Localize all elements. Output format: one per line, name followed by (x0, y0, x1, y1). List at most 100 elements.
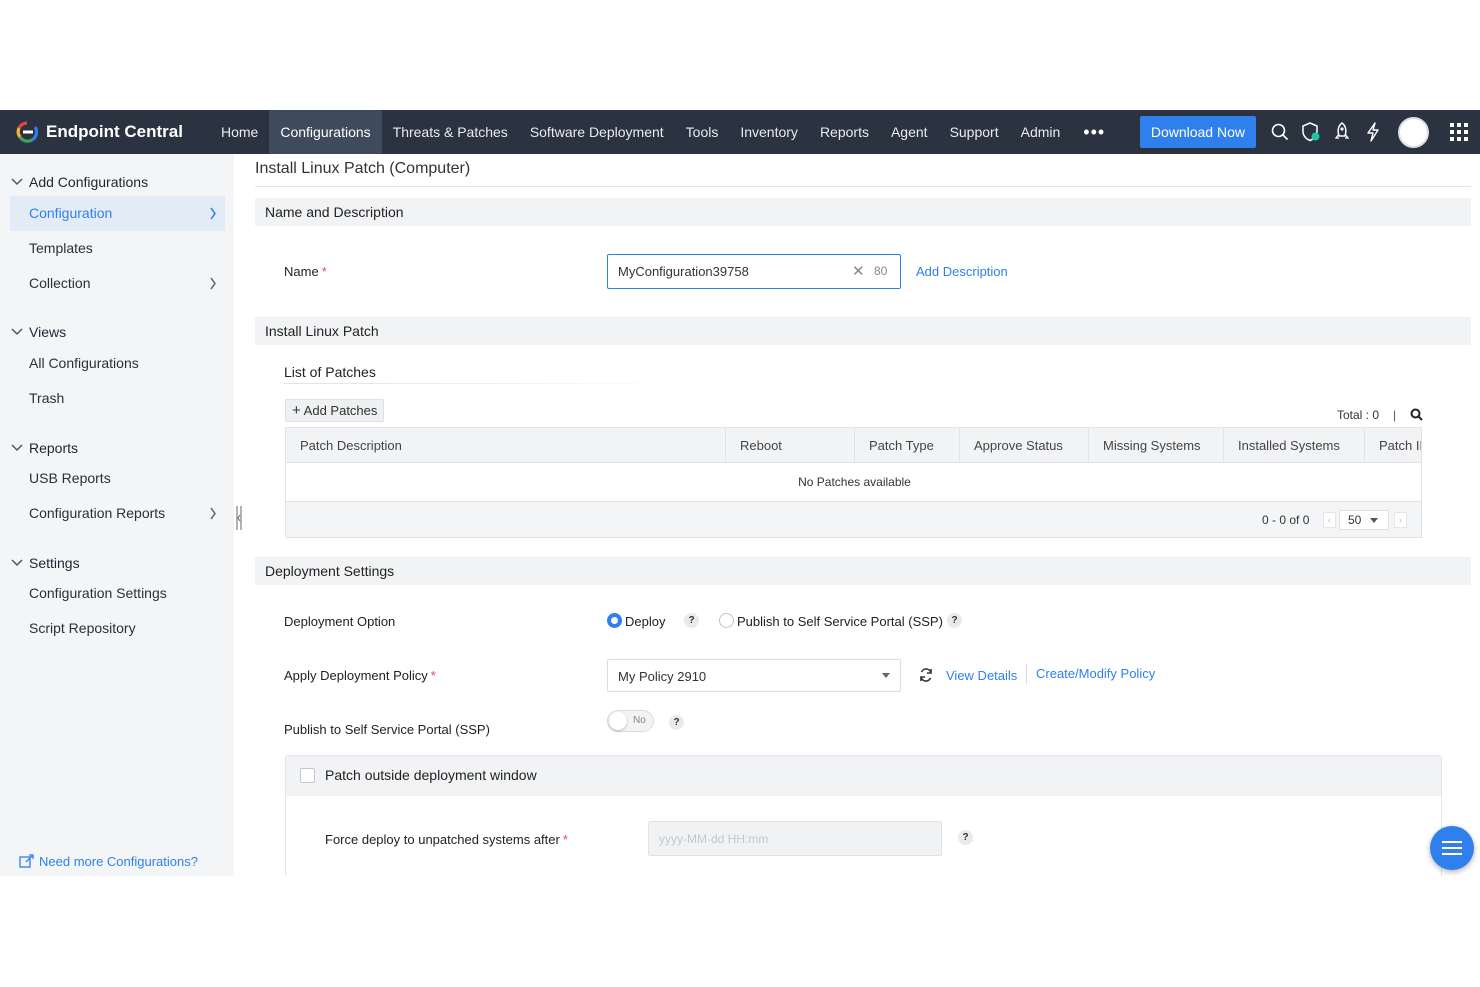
sidebar-item-trash[interactable]: Trash (10, 381, 225, 416)
section-install-linux-patch: Install Linux Patch (255, 317, 1471, 345)
user-avatar[interactable] (1398, 116, 1429, 148)
sidebar-item-label: Configuration (29, 205, 113, 221)
sidebar-item-script-repository[interactable]: Script Repository (10, 611, 225, 646)
nav-reports[interactable]: Reports (809, 110, 880, 154)
sidebar-section-settings[interactable]: Settings (10, 555, 80, 571)
apps-grid-icon[interactable] (1443, 110, 1474, 154)
nav-tools[interactable]: Tools (675, 110, 730, 154)
plus-icon: + (292, 402, 301, 419)
nav-software-deployment[interactable]: Software Deployment (519, 110, 675, 154)
pager-range: 0 - 0 of 0 (1262, 513, 1310, 527)
table-search-icon[interactable] (1410, 408, 1423, 421)
list-of-patches-title: List of Patches (284, 364, 376, 380)
char-count: 80 (874, 264, 888, 278)
column-missing-systems[interactable]: Missing Systems (1089, 428, 1224, 463)
sidebar-item-label: Configuration Reports (29, 505, 166, 521)
add-patches-button[interactable]: + Add Patches (285, 399, 384, 422)
column-reboot[interactable]: Reboot (726, 428, 855, 463)
column-installed-systems[interactable]: Installed Systems (1224, 428, 1365, 463)
sidebar-item-templates[interactable]: Templates (10, 231, 225, 266)
need-more-configurations-link[interactable]: Need more Configurations? (19, 854, 198, 869)
nav-agent[interactable]: Agent (880, 110, 939, 154)
force-deploy-date-input[interactable]: yyyy-MM-dd HH:mm (648, 821, 942, 856)
pager-prev-button[interactable]: ‹ (1323, 512, 1336, 528)
clear-icon[interactable]: ✕ (852, 262, 865, 280)
add-description-link[interactable]: Add Description (916, 264, 1008, 279)
sidebar-section-reports[interactable]: Reports (10, 440, 78, 456)
refresh-icon[interactable] (919, 668, 933, 682)
sidebar-item-all-configurations[interactable]: All Configurations (10, 346, 225, 381)
column-patch-id[interactable]: Patch ID (1365, 428, 1421, 463)
pager-next-button[interactable]: › (1394, 512, 1407, 528)
force-deploy-label: Force deploy to unpatched systems after * (325, 832, 568, 847)
link-separator (1026, 664, 1027, 684)
deploy-radio[interactable] (607, 613, 622, 628)
nav-inventory[interactable]: Inventory (729, 110, 809, 154)
column-patch-description[interactable]: Patch Description (286, 428, 726, 463)
sidebar-item-collection[interactable]: Collection (10, 266, 225, 301)
need-more-configurations-label: Need more Configurations? (39, 854, 198, 869)
nav-support[interactable]: Support (939, 110, 1010, 154)
brand[interactable]: Endpoint Central (0, 121, 210, 143)
top-navigation: Endpoint Central Home Configurations Thr… (0, 110, 1480, 154)
lightning-icon[interactable] (1357, 110, 1388, 154)
publish-ssp-toggle[interactable]: No (607, 710, 654, 732)
add-patches-label: Add Patches (303, 403, 378, 418)
publish-ssp-label: Publish to Self Service Portal (SSP) (284, 722, 490, 737)
name-input[interactable]: MyConfiguration39758 ✕ 80 (607, 254, 901, 289)
nav-configurations[interactable]: Configurations (269, 110, 382, 154)
sidebar-item-configuration-settings[interactable]: Configuration Settings (10, 576, 225, 611)
sidebar-section-views[interactable]: Views (10, 324, 66, 340)
download-now-button[interactable]: Download Now (1139, 116, 1256, 148)
sidebar-item-label: Script Repository (29, 620, 136, 636)
column-approve-status[interactable]: Approve Status (960, 428, 1089, 463)
chevron-down-icon (11, 328, 23, 336)
sidebar-resize-handle[interactable] (236, 506, 242, 530)
sidebar-section-add-configurations[interactable]: Add Configurations (10, 174, 148, 190)
patch-outside-window-checkbox[interactable] (300, 768, 315, 783)
chevron-down-icon (11, 444, 23, 452)
shield-status-icon[interactable] (1295, 110, 1326, 154)
sidebar-item-configuration[interactable]: Configuration (10, 196, 225, 231)
sidebar-section-title: Settings (29, 555, 80, 571)
deploy-radio-label[interactable]: Deploy (625, 614, 665, 629)
table-empty-message: No Patches available (286, 463, 1421, 502)
floating-menu-button[interactable] (1430, 826, 1474, 870)
required-asterisk: * (321, 264, 327, 279)
page-size-select[interactable]: 50 (1339, 510, 1389, 530)
deployment-policy-label-text: Apply Deployment Policy (284, 668, 428, 683)
chevron-down-icon (11, 178, 23, 186)
chevron-right-icon (210, 507, 216, 520)
sidebar-item-configuration-reports[interactable]: Configuration Reports (10, 496, 225, 531)
search-icon[interactable] (1264, 110, 1295, 154)
force-deploy-label-text: Force deploy to unpatched systems after (325, 832, 560, 847)
table-pager: 0 - 0 of 0 ‹ 50 › (286, 502, 1421, 537)
nav-home[interactable]: Home (210, 110, 269, 154)
ssp-radio-label[interactable]: Publish to Self Service Portal (SSP) (737, 614, 943, 629)
section-deployment-settings: Deployment Settings (255, 557, 1471, 585)
deployment-option-label: Deployment Option (284, 614, 396, 629)
publish-ssp-help-icon[interactable]: ? (669, 715, 684, 730)
force-deploy-help-icon[interactable]: ? (958, 830, 973, 845)
sidebar-item-usb-reports[interactable]: USB Reports (10, 461, 225, 496)
nav-threats-patches[interactable]: Threats & Patches (382, 110, 519, 154)
view-details-link[interactable]: View Details (946, 668, 1017, 683)
nav-admin[interactable]: Admin (1010, 110, 1072, 154)
name-label: Name * (284, 264, 327, 279)
nav-more-button[interactable]: ••• (1071, 122, 1117, 143)
patch-outside-window-label[interactable]: Patch outside deployment window (325, 767, 537, 783)
deployment-policy-select[interactable]: My Policy 2910 (607, 659, 901, 692)
table-header: Patch Description Reboot Patch Type Appr… (286, 428, 1421, 463)
deploy-help-icon[interactable]: ? (684, 613, 699, 628)
ssp-radio[interactable] (719, 613, 734, 628)
create-modify-policy-link[interactable]: Create/Modify Policy (1036, 666, 1155, 681)
ssp-help-icon[interactable]: ? (947, 613, 962, 628)
list-divider (284, 383, 694, 384)
sidebar-item-label: Configuration Settings (29, 585, 167, 601)
endpoint-central-logo-icon (16, 121, 38, 143)
sidebar-item-label: Trash (29, 390, 65, 406)
sidebar-section-title: Views (29, 324, 67, 340)
rocket-icon[interactable] (1326, 110, 1357, 154)
main-content: Install Linux Patch (Computer) Name and … (255, 154, 1471, 876)
column-patch-type[interactable]: Patch Type (855, 428, 960, 463)
